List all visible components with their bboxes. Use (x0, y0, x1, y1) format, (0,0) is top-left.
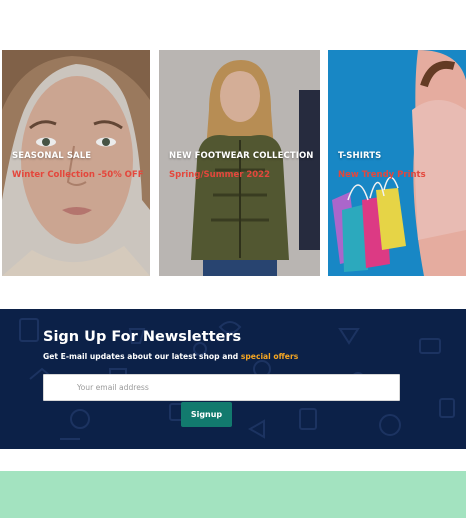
newsletter-title: Sign Up For Newsletters (43, 329, 242, 345)
card-image-woman-jacket (159, 50, 320, 276)
card-title: SEASONAL SALE (12, 151, 92, 161)
newsletter-description: Get E-mail updates about our latest shop… (43, 352, 298, 361)
footer-band (0, 471, 466, 518)
email-input[interactable] (43, 374, 400, 401)
card-subtitle: New Trendy Prints (338, 170, 426, 180)
special-offers-highlight: special offers (240, 352, 299, 361)
newsletter-description-text: Get E-mail updates about our latest shop… (43, 352, 241, 361)
card-image-woman-face (2, 50, 150, 276)
card-subtitle: Winter Collection -50% OFF (12, 170, 144, 180)
card-new-footwear[interactable]: NEW FOOTWEAR COLLECTION Spring/Summer 20… (159, 50, 320, 276)
card-image-shopping-bags (328, 50, 466, 276)
card-title: NEW FOOTWEAR COLLECTION (169, 151, 314, 161)
signup-button[interactable]: Signup (181, 402, 232, 427)
card-t-shirts[interactable]: T-SHIRTS New Trendy Prints (328, 50, 466, 276)
card-title: T-SHIRTS (338, 151, 382, 161)
newsletter-section: Sign Up For Newsletters Get E-mail updat… (0, 309, 466, 449)
card-seasonal-sale[interactable]: SEASONAL SALE Winter Collection -50% OFF (2, 50, 150, 276)
card-subtitle: Spring/Summer 2022 (169, 170, 271, 180)
category-cards: SEASONAL SALE Winter Collection -50% OFF… (0, 50, 466, 276)
